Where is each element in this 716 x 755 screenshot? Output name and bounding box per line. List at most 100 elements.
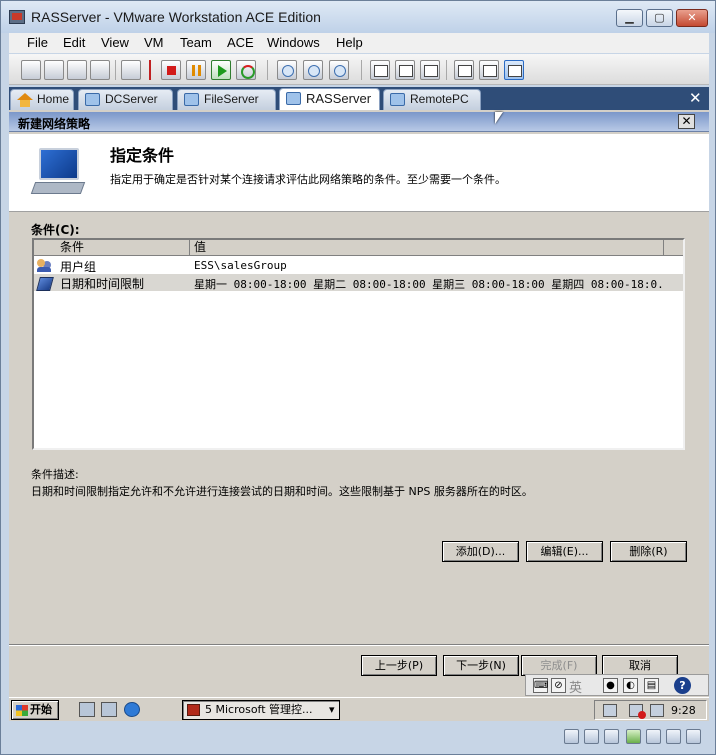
tab-label: Home: [37, 92, 70, 106]
appliance-view-icon[interactable]: [479, 60, 499, 80]
soft-keyboard-icon[interactable]: ▤: [644, 678, 659, 693]
toolbar: [9, 54, 709, 85]
column-header-filler: [664, 240, 683, 256]
language-indicator[interactable]: 英: [569, 677, 582, 696]
full-screen-icon[interactable]: [395, 60, 415, 80]
power-off-icon[interactable]: [161, 60, 181, 80]
menu-help[interactable]: Help: [336, 35, 363, 50]
tab-fileserver[interactable]: FileServer: [177, 89, 276, 110]
usb-icon[interactable]: [646, 729, 661, 744]
tab-remotepc[interactable]: RemotePC: [383, 89, 481, 110]
mouse-cursor-icon: [495, 112, 503, 124]
delete-condition-button[interactable]: 删除(R): [610, 541, 687, 562]
toolbar-separator: [115, 60, 116, 80]
close-tab-icon[interactable]: ✕: [689, 89, 702, 107]
minimize-button[interactable]: ▁: [616, 9, 643, 27]
column-header-condition[interactable]: 条件: [34, 240, 190, 256]
full-width-icon[interactable]: ●: [603, 678, 618, 693]
start-button[interactable]: 开始: [11, 700, 59, 720]
sound-icon[interactable]: [666, 729, 681, 744]
power-on-icon[interactable]: [211, 60, 231, 80]
take-snapshot-icon[interactable]: [277, 60, 297, 80]
maximize-button[interactable]: ▢: [646, 9, 673, 27]
server-manager-icon[interactable]: [79, 702, 95, 717]
cancel-button[interactable]: 取消: [602, 655, 678, 676]
condition-name: 用户组: [60, 260, 97, 274]
close-button[interactable]: ✕: [676, 9, 708, 27]
vmware-app-icon: [9, 10, 25, 24]
finish-button[interactable]: 完成(F): [521, 655, 597, 676]
list-item-selected[interactable]: 日期和时间限制 星期一 08:00-18:00 星期二 08:00-18:00 …: [34, 274, 683, 291]
edit-condition-button[interactable]: 编辑(E)...: [526, 541, 603, 562]
punctuation-icon[interactable]: ◐: [623, 678, 638, 693]
next-button[interactable]: 下一步(N): [443, 655, 519, 676]
wizard-page-title: 指定条件: [110, 146, 175, 165]
list-item[interactable]: 用户组 ESS\salesGroup: [34, 257, 683, 274]
wizard-header: 指定条件 指定用于确定是否针对某个连接请求评估此网络策略的条件。至少需要一个条件…: [9, 134, 709, 212]
vm-icon: [286, 92, 301, 105]
guest-screen[interactable]: 新建网络策略 ✕ 指定条件 指定用于确定是否针对某个连接请求评估此网络策略的条件…: [9, 110, 709, 720]
network-icon[interactable]: [603, 704, 617, 717]
column-header-value[interactable]: 值: [190, 240, 664, 256]
monitor-screen: [39, 148, 79, 180]
conditions-list[interactable]: 条件 值 用户组 ESS\salesGroup 日期和时间限制 星期一 08:0…: [32, 238, 685, 450]
title-bar[interactable]: RASServer - VMware Workstation ACE Editi…: [1, 1, 715, 33]
menu-file[interactable]: File: [27, 35, 48, 50]
condition-value: 星期一 08:00-18:00 星期二 08:00-18:00 星期三 08:0…: [194, 278, 664, 291]
vm-tab-bar: Home DCServer FileServer RASServer Remot…: [9, 87, 709, 110]
tab-home[interactable]: Home: [10, 89, 74, 110]
team-start-icon[interactable]: [67, 60, 87, 80]
condition-name: 日期和时间限制: [60, 277, 145, 291]
add-condition-button[interactable]: 添加(D)...: [442, 541, 519, 562]
floppy-icon[interactable]: [604, 729, 619, 744]
vm-icon: [390, 93, 405, 106]
vmware-window: RASServer - VMware Workstation ACE Editi…: [0, 0, 716, 755]
toolbar-separator: [361, 60, 362, 80]
previous-button[interactable]: 上一步(P): [361, 655, 437, 676]
wizard-page-description: 指定用于确定是否针对某个连接请求评估此网络策略的条件。至少需要一个条件。: [110, 173, 506, 186]
menu-vm[interactable]: VM: [144, 35, 164, 50]
input-method-icon[interactable]: ⌨: [533, 678, 548, 693]
condition-value: ESS\salesGroup: [194, 259, 287, 272]
menu-edit[interactable]: Edit: [63, 35, 85, 50]
reset-icon[interactable]: [236, 60, 256, 80]
taskbar-clock: 9:28: [671, 704, 696, 717]
task-group-arrow-icon: ▾: [329, 703, 335, 716]
home-icon: [17, 93, 33, 107]
messages-icon[interactable]: [686, 729, 701, 744]
team-power-icon[interactable]: [21, 60, 41, 80]
send-ctrl-alt-del-icon[interactable]: [121, 60, 141, 80]
show-desktop-icon[interactable]: [101, 702, 117, 717]
menu-team[interactable]: Team: [180, 35, 212, 50]
monitor-base: [30, 182, 86, 194]
console-view-icon[interactable]: [504, 60, 524, 80]
dialog-title-bar[interactable]: 新建网络策略 ✕: [9, 112, 709, 132]
help-icon[interactable]: ?: [674, 677, 691, 694]
cd-rom-icon[interactable]: [584, 729, 599, 744]
volume-icon[interactable]: [650, 704, 664, 717]
list-header: 条件 值: [34, 240, 683, 256]
team-reset-icon[interactable]: [90, 60, 110, 80]
internet-explorer-icon[interactable]: [124, 702, 140, 717]
revert-snapshot-icon[interactable]: [303, 60, 323, 80]
network-warning-icon[interactable]: [629, 704, 646, 719]
menu-ace[interactable]: ACE: [227, 35, 254, 50]
summary-view-icon[interactable]: [454, 60, 474, 80]
disable-ime-icon[interactable]: ⊘: [551, 678, 566, 693]
menu-view[interactable]: View: [101, 35, 129, 50]
dialog-close-button[interactable]: ✕: [678, 114, 695, 129]
quick-switch-icon[interactable]: [420, 60, 440, 80]
tab-rasserver[interactable]: RASServer: [279, 88, 380, 110]
network-adapter-icon[interactable]: [626, 729, 641, 744]
show-sidebar-icon[interactable]: [370, 60, 390, 80]
toolbar-separator: [267, 60, 268, 80]
tab-dcserver[interactable]: DCServer: [78, 89, 173, 110]
hard-disk-icon[interactable]: [564, 729, 579, 744]
toolbar-separator: [446, 60, 447, 80]
snapshot-manager-icon[interactable]: [329, 60, 349, 80]
suspend-icon[interactable]: [186, 60, 206, 80]
menu-windows[interactable]: Windows: [267, 35, 320, 50]
guest-taskbar: 开始 5 Microsoft 管理控... ▾ 9:28: [9, 697, 709, 721]
team-suspend-icon[interactable]: [44, 60, 64, 80]
taskbar-button-mmc[interactable]: 5 Microsoft 管理控... ▾: [182, 700, 340, 720]
